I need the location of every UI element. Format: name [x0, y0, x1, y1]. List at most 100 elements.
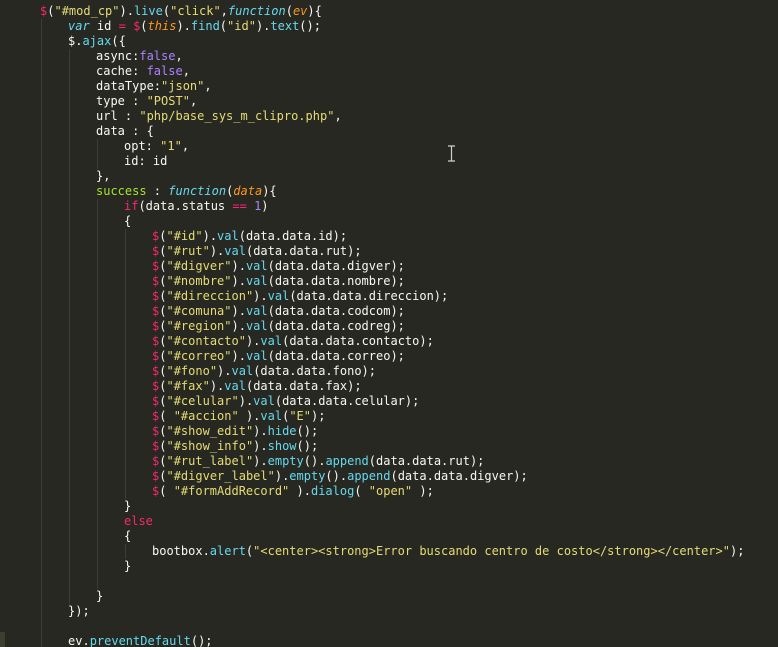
code-line[interactable]: $("#direccion").val(data.data.direccion)… [152, 289, 448, 304]
code-token: function [227, 4, 286, 18]
code-line[interactable]: success : function(data){ [96, 184, 277, 199]
code-token: (); [296, 424, 319, 438]
code-token: false [139, 49, 176, 63]
code-line[interactable]: $("#mod_cp").live("click",function(ev){ [40, 4, 322, 19]
code-line[interactable]: async:false, [96, 49, 183, 64]
code-token: show [267, 439, 297, 453]
code-line[interactable]: $("#comuna").val(data.data.codcom); [152, 304, 405, 319]
code-token: "E" [289, 409, 312, 423]
code-token: val [245, 349, 268, 363]
code-token: } [124, 559, 132, 573]
code-token: (data.data.codcom); [267, 304, 405, 318]
code-token: ( [162, 4, 171, 18]
code-line[interactable]: cache: false, [96, 64, 190, 79]
code-line[interactable]: ev.preventDefault(); [68, 634, 213, 647]
code-token: , [334, 109, 342, 123]
code-line[interactable]: $("#celular").val(data.data.celular); [152, 394, 419, 409]
code-line[interactable]: opt: "1", [124, 139, 189, 154]
code-token: "<center><strong>Error buscando centro d… [253, 544, 730, 558]
code-token: ( [159, 484, 174, 498]
code-line[interactable]: }); [68, 604, 90, 619]
code-token: (data.data.fax); [245, 379, 362, 393]
code-token: ). [209, 379, 225, 393]
code-token: , [189, 94, 198, 108]
code-line[interactable]: $("#id").val(data.data.id); [152, 229, 347, 244]
code-token: { [124, 529, 132, 543]
code-token: empty [289, 469, 326, 483]
code-line[interactable]: $("#digver").val(data.data.digver); [152, 259, 405, 274]
code-token: ({ [111, 34, 126, 48]
code-line[interactable]: if(data.status == 1) [124, 199, 269, 214]
code-line[interactable]: $("#region").val(data.data.codreg); [152, 319, 405, 334]
code-token: "click" [170, 4, 221, 18]
code-line[interactable]: $("#digver_label").empty().append(data.d… [152, 469, 528, 484]
code-line[interactable]: $( "#formAddRecord" ).dialog( "open" ); [152, 484, 434, 499]
code-token: val [245, 259, 268, 273]
code-line[interactable]: }, [96, 169, 110, 184]
code-token: "#formAddRecord" [173, 484, 290, 498]
code-token: ev. [68, 634, 90, 647]
code-token: == [232, 199, 247, 213]
code-line[interactable]: id: id [124, 154, 167, 169]
code-token: }); [68, 604, 90, 618]
code-token: ( [354, 484, 369, 498]
code-token: (); [190, 634, 213, 647]
code-line[interactable]: $("#show_info").show(); [152, 439, 318, 454]
code-token: false [146, 64, 183, 78]
code-token: preventDefault [89, 634, 191, 647]
code-line[interactable]: $("#correo").val(data.data.correo); [152, 349, 405, 364]
code-token: "#nombre" [166, 274, 232, 288]
code-line[interactable]: bootbox.alert("<center><strong>Error bus… [152, 544, 744, 559]
code-line[interactable]: $("#rut").val(data.data.rut); [152, 244, 362, 259]
code-token: (data.data.digver); [390, 469, 528, 483]
code-token: ). [231, 349, 246, 363]
code-token: ). [209, 244, 225, 258]
code-line[interactable]: dataType:"json", [96, 79, 212, 94]
code-token: id: id [124, 154, 168, 168]
code-line[interactable]: $("#rut_label").empty().append(data.data… [152, 454, 484, 469]
code-token: } [124, 499, 132, 513]
code-token: ){ [307, 4, 322, 18]
code-line[interactable]: $( "#accion" ).val("E"); [152, 409, 325, 424]
code-line[interactable]: $.ajax({ [68, 34, 126, 49]
indent-guide [97, 139, 98, 169]
code-line[interactable]: } [124, 559, 131, 574]
code-editor[interactable]: $("#mod_cp").live("click",function(ev){v… [0, 0, 778, 647]
code-line[interactable]: { [124, 529, 131, 544]
code-line[interactable]: $("#fax").val(data.data.fax); [152, 379, 362, 394]
code-token: "1" [160, 139, 182, 153]
code-token: val [217, 229, 239, 243]
code-token: (); [299, 19, 321, 33]
code-token: ). [274, 469, 290, 483]
code-line[interactable]: { [124, 214, 131, 229]
code-line[interactable]: $("#fono").val(data.data.fono); [152, 364, 376, 379]
indent-guide [97, 199, 98, 589]
code-token: "#rut" [166, 244, 210, 258]
code-token: val [245, 304, 268, 318]
code-token: empty [267, 454, 304, 468]
code-line[interactable]: url : "php/base_sys_m_clipro.php", [96, 109, 342, 124]
code-line[interactable]: } [96, 589, 103, 604]
code-token: ). [253, 289, 268, 303]
code-token: data : { [96, 124, 154, 138]
code-line[interactable]: $("#nombre").val(data.data.nombre); [152, 274, 405, 289]
code-line[interactable]: data : { [96, 124, 154, 139]
code-token: ( [140, 19, 148, 33]
code-token: ev [292, 4, 308, 18]
code-line[interactable]: type : "POST", [96, 94, 197, 109]
code-line[interactable]: } [124, 499, 131, 514]
code-line[interactable]: var id = $(this).find("id").text(); [68, 19, 321, 34]
code-token: "php/base_sys_m_clipro.php" [139, 109, 335, 123]
code-line[interactable]: $("#show_edit").hide(); [152, 424, 318, 439]
code-token: live [133, 4, 163, 18]
code-token: ). [119, 4, 134, 18]
code-token: ). [289, 484, 311, 498]
code-token: hide [267, 424, 297, 438]
code-token: (data.data.codreg); [267, 319, 405, 333]
code-token: val [260, 334, 283, 348]
code-line[interactable]: else [124, 514, 153, 529]
code-token: ){ [262, 184, 277, 198]
code-token: "#correo" [166, 349, 232, 363]
code-line[interactable]: $("#contacto").val(data.data.contacto); [152, 334, 434, 349]
